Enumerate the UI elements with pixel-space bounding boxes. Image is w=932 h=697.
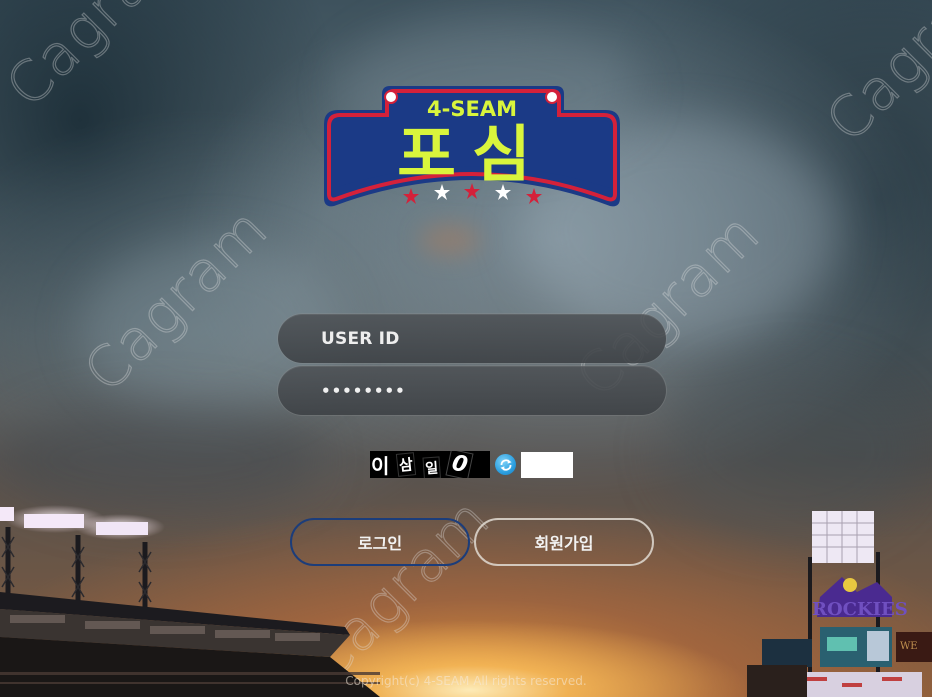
watermark: Cagram: [0, 0, 204, 121]
logo-text-ko: 포심: [397, 119, 547, 190]
stadium-right-scoreboard: ROCKIES WE: [747, 511, 932, 697]
refresh-icon: [500, 458, 511, 471]
captcha-image: 이 삼 일 0: [370, 451, 490, 478]
copyright-text: Copyright(c) 4-SEAM All rights reserved.: [345, 674, 587, 688]
captcha-char: 일: [422, 455, 442, 478]
brand-logo: 4-SEAM 포심: [320, 80, 624, 212]
password-field-wrapper: [278, 366, 666, 415]
logo-text-en: 4-SEAM: [427, 97, 517, 121]
login-button[interactable]: 로그인: [290, 518, 470, 566]
captcha-refresh-button[interactable]: [495, 454, 516, 475]
captcha-char: 삼: [396, 452, 417, 477]
sun-glow: [420, 225, 480, 255]
captcha-char: 0: [445, 451, 474, 478]
svg-text:WE: WE: [900, 641, 918, 652]
svg-text:ROCKIES: ROCKIES: [812, 599, 908, 620]
signup-button[interactable]: 회원가입: [474, 518, 654, 566]
captcha-char: 이: [371, 454, 390, 478]
user-id-input[interactable]: [278, 314, 666, 363]
captcha-input[interactable]: [521, 451, 573, 478]
user-id-field-wrapper: [278, 314, 666, 363]
watermark: Cagram: [813, 0, 932, 156]
captcha-row: 이 삼 일 0: [370, 451, 573, 478]
login-form: [278, 314, 666, 418]
watermark: Cagram: [71, 195, 282, 405]
password-input[interactable]: [278, 366, 666, 415]
